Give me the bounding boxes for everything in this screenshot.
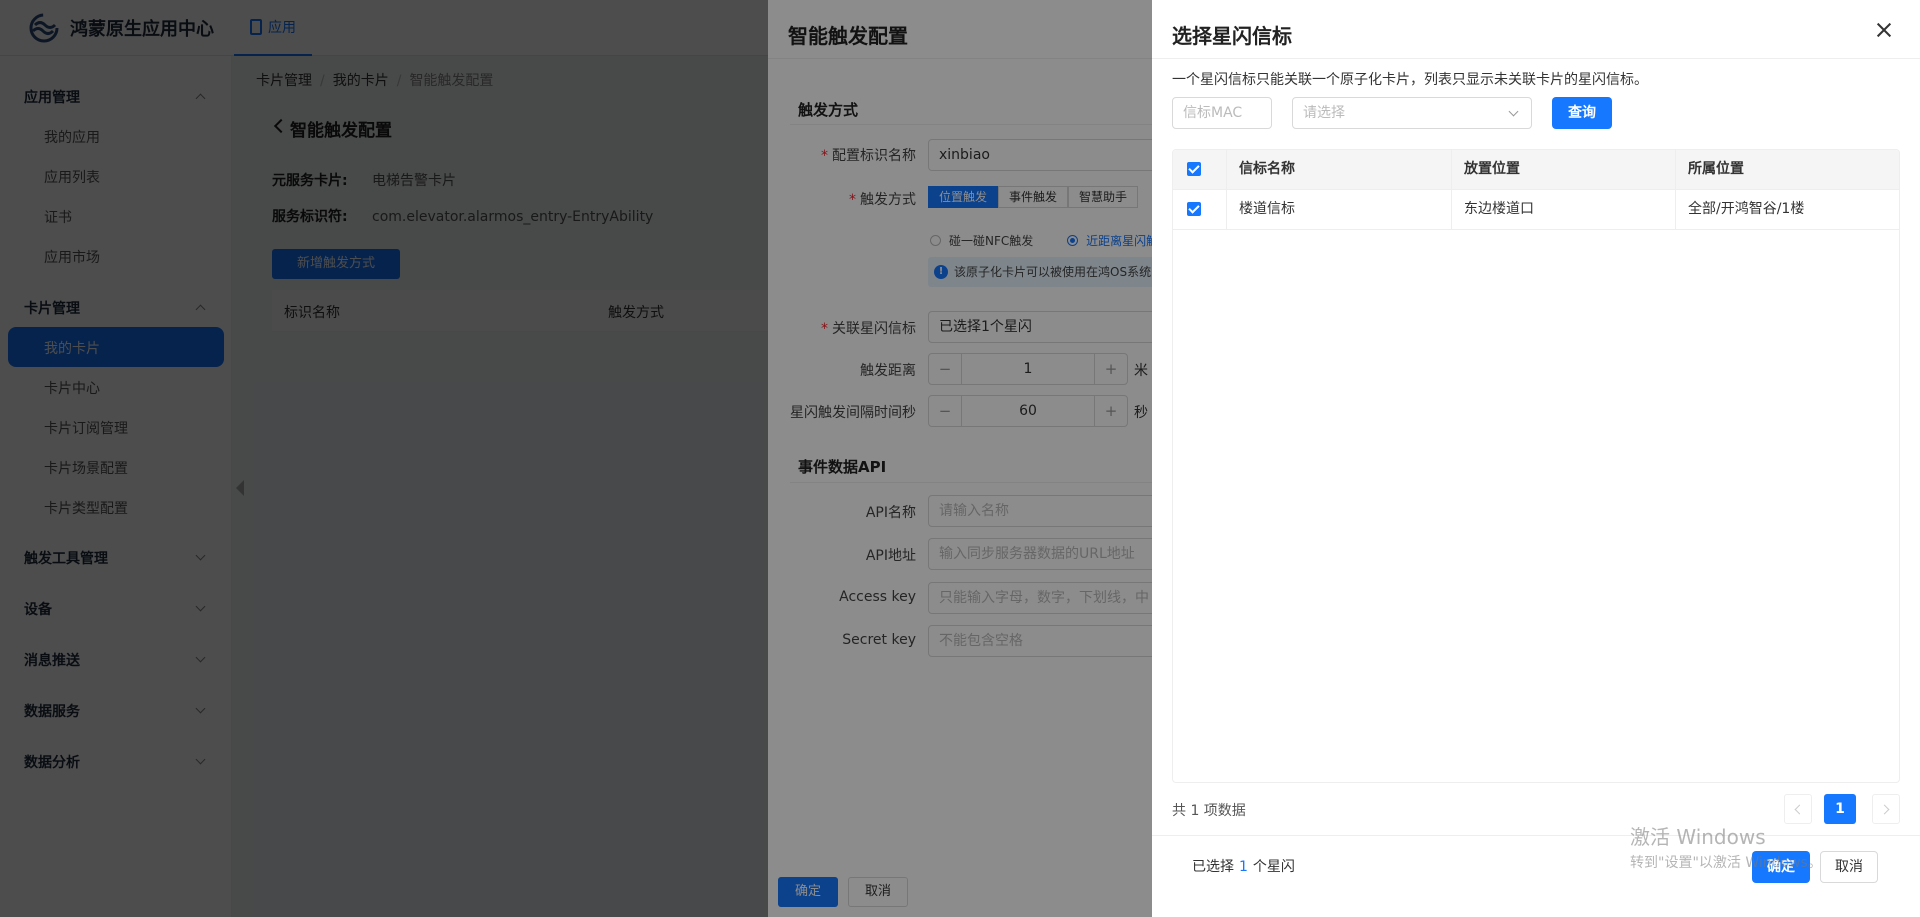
query-button[interactable]: 查询 bbox=[1552, 97, 1612, 129]
table-header-row: 信标名称 放置位置 所属位置 bbox=[1173, 150, 1899, 190]
total-count: 共 1 项数据 bbox=[1172, 803, 1246, 819]
beacon-table: 信标名称 放置位置 所属位置 楼道信标 东边楼道口 全部/开鸿智谷/1楼 bbox=[1172, 149, 1900, 783]
prev-page-button[interactable] bbox=[1784, 794, 1812, 824]
beacon-mac-input[interactable]: 信标MAC bbox=[1172, 97, 1272, 129]
drawer-title: 选择星闪信标 bbox=[1172, 24, 1292, 48]
beacon-placement-cell: 东边楼道口 bbox=[1452, 190, 1676, 229]
select-all-cell[interactable] bbox=[1173, 150, 1227, 189]
page-number-button[interactable]: 1 bbox=[1824, 794, 1856, 824]
next-page-button[interactable] bbox=[1872, 794, 1900, 824]
column-header: 放置位置 bbox=[1452, 150, 1676, 189]
drawer-mask[interactable] bbox=[0, 0, 1152, 917]
table-row[interactable]: 楼道信标 东边楼道口 全部/开鸿智谷/1楼 bbox=[1173, 190, 1899, 230]
column-header: 所属位置 bbox=[1688, 161, 1744, 177]
checkbox-checked-icon bbox=[1187, 202, 1201, 216]
beacon-select-drawer: 选择星闪信标 一个星闪信标只能关联一个原子化卡片，列表只显示未关联卡片的星闪信标… bbox=[1152, 0, 1920, 917]
checkbox-checked-icon bbox=[1187, 162, 1201, 176]
confirm-button[interactable]: 确定 bbox=[1752, 851, 1810, 883]
location-select[interactable]: 请选择 bbox=[1292, 97, 1532, 129]
drawer-description: 一个星闪信标只能关联一个原子化卡片，列表只显示未关联卡片的星闪信标。 bbox=[1172, 72, 1648, 88]
beacon-name-cell: 楼道信标 bbox=[1227, 190, 1452, 229]
row-select-cell[interactable] bbox=[1173, 190, 1227, 229]
cancel-button[interactable]: 取消 bbox=[1820, 851, 1878, 883]
selected-count: 已选择 1 个星闪 bbox=[1192, 859, 1295, 875]
beacon-location-cell: 全部/开鸿智谷/1楼 bbox=[1688, 201, 1805, 217]
close-icon[interactable] bbox=[1874, 20, 1894, 40]
column-header: 信标名称 bbox=[1227, 150, 1452, 189]
chevron-down-icon bbox=[1508, 106, 1519, 117]
